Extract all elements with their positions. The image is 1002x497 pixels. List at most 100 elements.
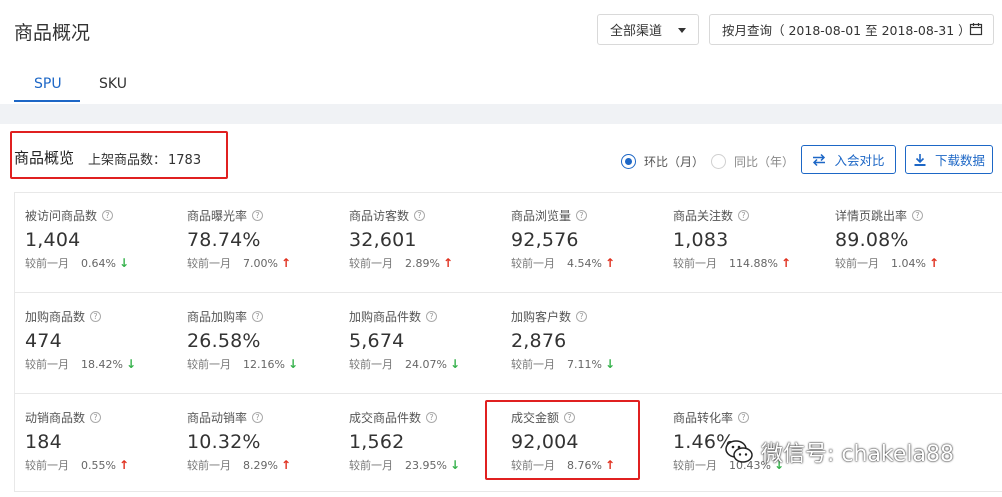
help-icon[interactable]: ? xyxy=(738,412,750,423)
date-range-picker[interactable]: 按月查询（ 2018-08-01 至 2018-08-31 ） xyxy=(709,14,994,45)
metric-tile: 商品关注数? 1,083 较前一月 114.88% ↑ xyxy=(673,207,833,271)
download-data-label: 下载数据 xyxy=(934,153,985,168)
arrow-down-icon: ↓ xyxy=(287,357,299,371)
metric-value: 1,404 xyxy=(25,229,81,251)
row-divider xyxy=(15,393,1002,394)
metric-name-text: 加购客户数 xyxy=(511,310,572,324)
active-tab-indicator xyxy=(14,100,80,102)
metric-name: 详情页跳出率? xyxy=(835,207,995,224)
radio-year-label: 同比（年） xyxy=(734,155,795,169)
help-icon[interactable]: ? xyxy=(576,210,588,221)
help-icon[interactable]: ? xyxy=(426,412,438,423)
metric-value: 89.08% xyxy=(835,229,909,251)
tab-sku[interactable]: SKU xyxy=(99,76,127,92)
metric-tile: 商品动销率? 10.32% 较前一月 8.29% ↑ xyxy=(187,409,347,473)
metric-name: 被访问商品数? xyxy=(25,207,185,224)
metric-name-text: 动销商品数 xyxy=(25,411,86,425)
arrow-down-icon: ↓ xyxy=(449,357,461,371)
metric-value: 78.74% xyxy=(187,229,261,251)
metric-name-text: 加购商品件数 xyxy=(349,310,422,324)
arrow-up-icon: ↑ xyxy=(604,256,616,270)
comparison-label: 较前一月 xyxy=(25,358,69,371)
channel-select[interactable]: 全部渠道 xyxy=(597,14,699,45)
help-icon[interactable]: ? xyxy=(414,210,426,221)
comparison-percent: 7.00% xyxy=(243,256,278,270)
comparison-label: 较前一月 xyxy=(349,257,393,270)
comparison-label: 较前一月 xyxy=(25,459,69,472)
radio-month-label: 环比（月） xyxy=(644,155,705,169)
comparison-label: 较前一月 xyxy=(511,257,555,270)
help-icon[interactable]: ? xyxy=(252,210,264,221)
metric-value: 92,576 xyxy=(511,229,579,251)
download-data-button[interactable]: 下载数据 xyxy=(905,145,993,174)
comparison-percent: 23.95% xyxy=(405,458,447,472)
help-icon[interactable]: ? xyxy=(102,210,114,221)
radio-dot-selected xyxy=(621,154,636,169)
arrow-down-icon: ↓ xyxy=(118,256,130,270)
metric-value: 32,601 xyxy=(349,229,417,251)
comparison-percent: 0.55% xyxy=(81,458,116,472)
comparison-label: 较前一月 xyxy=(673,257,717,270)
metric-name-text: 商品曝光率 xyxy=(187,209,248,223)
metric-comparison: 较前一月 18.42% ↓ xyxy=(25,356,185,372)
calendar-icon xyxy=(969,23,983,36)
watermark: 微信号: chakela88 xyxy=(723,436,954,468)
comparison-label: 较前一月 xyxy=(349,358,393,371)
comparison-label: 较前一月 xyxy=(187,358,231,371)
metric-name-text: 被访问商品数 xyxy=(25,209,98,223)
channel-select-value: 全部渠道 xyxy=(610,24,663,39)
comparison-percent: 18.42% xyxy=(81,357,123,371)
metric-name: 商品转化率? xyxy=(673,409,833,426)
radio-year-over-year[interactable]: 同比（年） xyxy=(711,153,794,170)
comparison-percent: 1.04% xyxy=(891,256,926,270)
arrow-up-icon: ↑ xyxy=(280,256,292,270)
page-title: 商品概况 xyxy=(14,22,91,44)
wechat-icon xyxy=(725,440,753,463)
help-icon[interactable]: ? xyxy=(426,311,438,322)
comparison-label: 较前一月 xyxy=(187,257,231,270)
comparison-label: 较前一月 xyxy=(25,257,69,270)
metric-comparison: 较前一月 12.16% ↓ xyxy=(187,356,347,372)
help-icon[interactable]: ? xyxy=(90,311,102,322)
help-icon[interactable]: ? xyxy=(912,210,924,221)
metric-comparison: 较前一月 0.64% ↓ xyxy=(25,255,185,271)
metric-name-text: 商品加购率 xyxy=(187,310,248,324)
metric-name-text: 商品转化率 xyxy=(673,411,734,425)
metric-name-text: 商品访客数 xyxy=(349,209,410,223)
metric-comparison: 较前一月 4.54% ↑ xyxy=(511,255,671,271)
help-icon[interactable]: ? xyxy=(252,311,264,322)
top-bar: 商品概况 全部渠道 按月查询（ 2018-08-01 至 2018-08-31 … xyxy=(0,0,1002,104)
comparison-percent: 114.88% xyxy=(729,256,778,270)
metric-tile: 商品浏览量? 92,576 较前一月 4.54% ↑ xyxy=(511,207,671,271)
metric-comparison: 较前一月 0.55% ↑ xyxy=(25,457,185,473)
metric-comparison: 较前一月 8.29% ↑ xyxy=(187,457,347,473)
tab-spu[interactable]: SPU xyxy=(34,76,62,92)
arrow-down-icon: ↓ xyxy=(449,458,461,472)
metric-tile: 加购商品件数? 5,674 较前一月 24.07% ↓ xyxy=(349,308,509,372)
comparison-percent: 24.07% xyxy=(405,357,447,371)
arrow-up-icon: ↑ xyxy=(280,458,292,472)
add-compare-button[interactable]: 入会对比 xyxy=(801,145,896,174)
metric-name: 商品动销率? xyxy=(187,409,347,426)
arrow-up-icon: ↑ xyxy=(928,256,940,270)
comparison-label: 较前一月 xyxy=(187,459,231,472)
metric-name: 商品访客数? xyxy=(349,207,509,224)
help-icon[interactable]: ? xyxy=(252,412,264,423)
metric-name: 动销商品数? xyxy=(25,409,185,426)
download-icon xyxy=(914,153,926,166)
metric-tile: 被访问商品数? 1,404 较前一月 0.64% ↓ xyxy=(25,207,185,271)
help-icon[interactable]: ? xyxy=(576,311,588,322)
metric-tile: 加购客户数? 2,876 较前一月 7.11% ↓ xyxy=(511,308,671,372)
metric-value: 2,876 xyxy=(511,330,567,352)
chevron-down-icon xyxy=(678,28,686,33)
metric-value: 1,083 xyxy=(673,229,729,251)
help-icon[interactable]: ? xyxy=(738,210,750,221)
metric-tile: 详情页跳出率? 89.08% 较前一月 1.04% ↑ xyxy=(835,207,995,271)
radio-month-over-month[interactable]: 环比（月） xyxy=(621,153,704,170)
help-icon[interactable]: ? xyxy=(90,412,102,423)
metric-tile: 动销商品数? 184 较前一月 0.55% ↑ xyxy=(25,409,185,473)
add-compare-label: 入会对比 xyxy=(834,153,885,168)
radio-dot-unselected xyxy=(711,154,726,169)
comparison-label: 较前一月 xyxy=(349,459,393,472)
swap-arrows-icon xyxy=(813,153,826,166)
